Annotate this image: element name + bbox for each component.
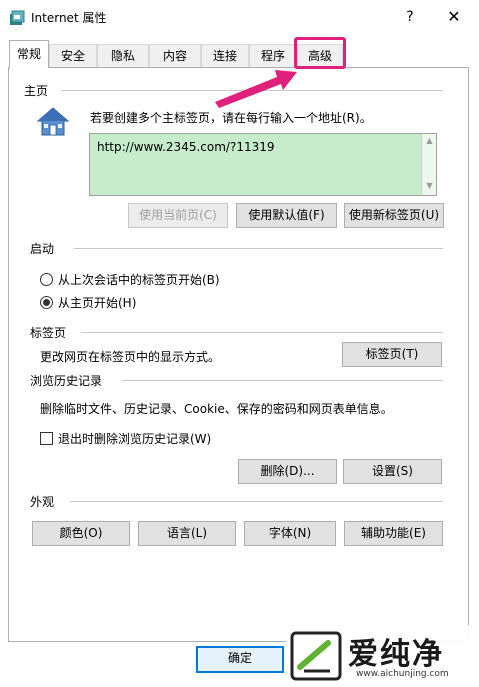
- watermark-brand: 爱纯净: [348, 637, 444, 672]
- annotation-arrow-icon: [215, 70, 297, 108]
- tabs-divider: [81, 332, 443, 333]
- home-icon: [36, 107, 70, 136]
- tab-general[interactable]: 常规: [9, 40, 49, 68]
- delete-on-exit-checkbox[interactable]: [40, 432, 53, 445]
- delete-on-exit-label[interactable]: 退出时删除浏览历史记录(W): [58, 430, 211, 447]
- use-current-button[interactable]: 使用当前页(C): [128, 203, 228, 228]
- tab-privacy[interactable]: 隐私: [97, 44, 149, 68]
- internet-options-icon: [10, 10, 25, 25]
- scroll-down-icon[interactable]: ▼: [422, 181, 437, 190]
- tabs-settings-button[interactable]: 标签页(T): [342, 342, 442, 367]
- fonts-button[interactable]: 字体(N): [244, 521, 336, 546]
- radio-last-session-label[interactable]: 从上次会话中的标签页开始(B): [58, 271, 220, 288]
- colors-button[interactable]: 颜色(O): [32, 521, 130, 546]
- appearance-section-title: 外观: [30, 495, 55, 509]
- url-scrollbar[interactable]: ▲ ▼: [421, 134, 436, 195]
- close-button[interactable]: ✕: [437, 4, 471, 30]
- delete-history-button[interactable]: 删除(D)...: [238, 459, 337, 484]
- tabs-section-title: 标签页: [30, 326, 67, 340]
- use-new-tab-button[interactable]: 使用新标签页(U): [344, 203, 444, 228]
- watermark-logo-icon: [290, 631, 342, 681]
- scroll-up-icon[interactable]: ▲: [422, 136, 437, 145]
- home-url-textarea[interactable]: http://www.2345.com/?11319 ▲ ▼: [89, 133, 437, 196]
- home-url-text: http://www.2345.com/?11319: [97, 140, 275, 154]
- radio-last-session[interactable]: [40, 273, 53, 286]
- ok-button[interactable]: 确定: [196, 646, 284, 673]
- window-title: Internet 属性: [31, 11, 107, 25]
- history-section-title: 浏览历史记录: [30, 374, 103, 388]
- history-settings-button[interactable]: 设置(S): [343, 459, 442, 484]
- tabs-description: 更改网页在标签页中的显示方式。: [40, 350, 221, 364]
- startup-divider: [74, 248, 443, 249]
- tab-security[interactable]: 安全: [49, 44, 97, 68]
- home-section-title: 主页: [24, 84, 49, 98]
- startup-section-title: 启动: [30, 242, 55, 256]
- tab-content[interactable]: 内容: [149, 44, 201, 68]
- help-button[interactable]: ?: [398, 4, 422, 30]
- watermark: 爱纯净 www.aichunjing.com: [286, 625, 479, 687]
- watermark-site: www.aichunjing.com: [356, 669, 449, 679]
- history-description: 删除临时文件、历史记录、Cookie、保存的密码和网页表单信息。: [40, 402, 393, 416]
- languages-button[interactable]: 语言(L): [138, 521, 236, 546]
- accessibility-button[interactable]: 辅助功能(E): [344, 521, 443, 546]
- history-divider: [122, 380, 443, 381]
- appearance-divider: [70, 501, 443, 502]
- radio-home[interactable]: [40, 296, 53, 309]
- radio-home-label[interactable]: 从主页开始(H): [58, 294, 136, 311]
- use-default-button[interactable]: 使用默认值(F): [236, 203, 337, 228]
